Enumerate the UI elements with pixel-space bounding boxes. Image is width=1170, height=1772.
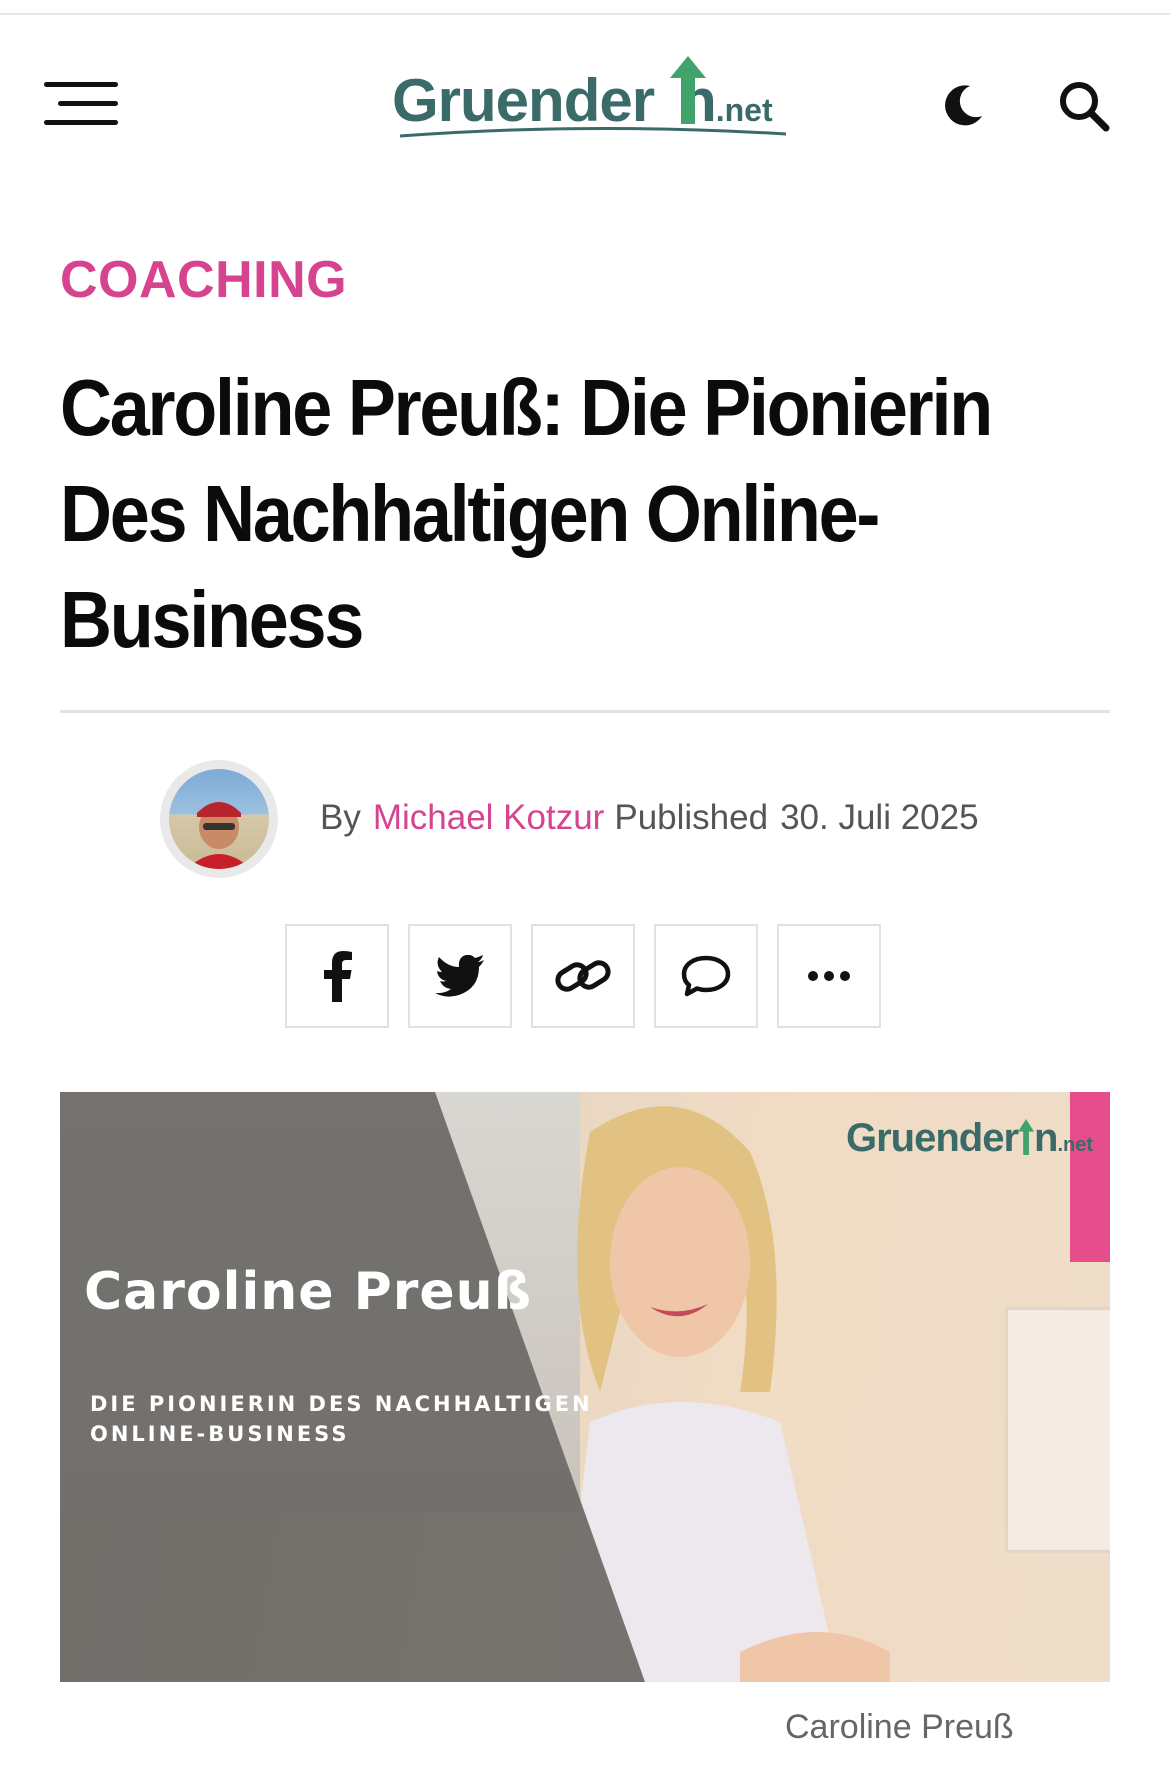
hero-logo-text-end: n [1034, 1116, 1058, 1160]
link-icon [555, 960, 611, 992]
search-icon[interactable] [1058, 80, 1110, 132]
share-link-button[interactable] [531, 924, 635, 1028]
share-facebook-button[interactable] [285, 924, 389, 1028]
share-comment-button[interactable] [654, 924, 758, 1028]
byline-published: Published [614, 798, 769, 837]
hero-overlay-subtitle-1: DIE PIONIERIN DES NACHHALTIGEN [90, 1392, 593, 1416]
hamburger-menu-icon[interactable] [44, 82, 118, 126]
hero-overlay-title: Caroline Preuß [84, 1262, 533, 1322]
logo-suffix: .net [715, 92, 773, 128]
publish-date: 30. Juli 2025 [780, 798, 979, 837]
site-logo[interactable]: Gruender n.net [392, 52, 792, 142]
top-border [0, 13, 1170, 15]
hero-logo: Gruender n.net [846, 1116, 1093, 1161]
category-link[interactable]: COACHING [60, 250, 347, 310]
image-caption: Caroline Preuß [785, 1708, 1014, 1746]
moon-icon[interactable] [940, 80, 988, 128]
comment-icon [681, 955, 731, 997]
twitter-icon [435, 955, 484, 997]
more-icon [808, 971, 850, 981]
hero-logo-text: Gruender [846, 1116, 1019, 1160]
share-twitter-button[interactable] [408, 924, 512, 1028]
hero-image[interactable]: Caroline Preuß DIE PIONIERIN DES NACHHAL… [60, 1092, 1110, 1682]
logo-swoosh [399, 126, 787, 138]
facebook-icon [324, 951, 352, 1002]
avatar-photo [187, 802, 251, 869]
article-title: Caroline Preuß: Die Pionierin Des Nachha… [60, 363, 993, 664]
author-avatar[interactable] [160, 760, 278, 878]
hero-overlay-subtitle-2: ONLINE-BUSINESS [90, 1422, 350, 1446]
logo-arrow-icon [670, 56, 706, 124]
byline: By Michael Kotzur Published 30. Juli 2025 [320, 798, 979, 838]
byline-by: By [320, 798, 361, 837]
hero-logo-arrow-icon [1018, 1119, 1035, 1155]
author-link[interactable]: Michael Kotzur [373, 798, 604, 837]
hero-logo-suffix: .net [1057, 1134, 1094, 1156]
share-more-button[interactable] [777, 924, 881, 1028]
overlay-shape [60, 1092, 645, 1682]
divider [60, 710, 1110, 713]
